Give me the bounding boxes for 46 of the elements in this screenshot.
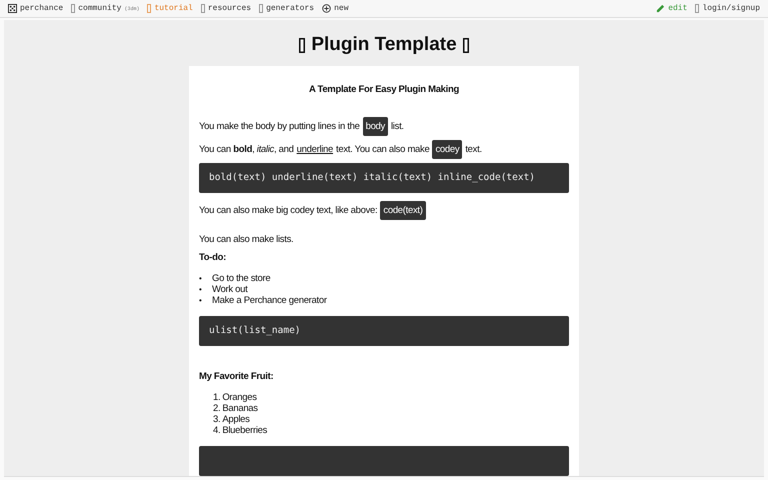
add-icon [322, 4, 332, 13]
paragraph-text: You can bold, italic, and [199, 143, 294, 157]
list-item: Make a Perchance generator [212, 295, 327, 306]
list-item: Work out [212, 284, 248, 295]
list-item: Oranges [222, 392, 257, 403]
missing-glyph-icon [299, 38, 306, 52]
paragraph-text: You make the body by putting lines in the [199, 120, 360, 134]
list-item: Bananas [222, 403, 258, 414]
missing-glyph-icon [200, 4, 205, 13]
list-heading: To-do: [199, 251, 228, 265]
pencil-icon [656, 4, 666, 13]
paragraph-text: text. [465, 143, 482, 157]
list-number: 2. [213, 403, 220, 414]
nav-link[interactable]: resources [200, 4, 252, 13]
code-block: ulist(list_name) [199, 316, 569, 346]
page-title: Plugin Template [311, 34, 457, 56]
missing-glyph-icon [71, 4, 76, 13]
missing-glyph-icon [462, 38, 469, 52]
list-number: 3. [213, 414, 220, 425]
dice-icon [8, 4, 17, 13]
list-number: 1. [213, 392, 220, 403]
inline-code: codey [432, 140, 462, 159]
list-item: Go to the store [212, 273, 270, 284]
nav-link[interactable]: new [322, 4, 348, 13]
code-block: bold(text) underline(text) italic(text) inline_code(text) [199, 163, 569, 193]
missing-glyph-icon [147, 4, 152, 13]
inline-code: code(text) [380, 201, 426, 220]
inline-code: body [362, 117, 388, 136]
list-item: Blueberries [222, 425, 268, 436]
paragraph-text: list. [391, 120, 404, 134]
underlined-text: underline [296, 143, 334, 157]
paragraph-text: You can also make big codey text, like above: [199, 204, 378, 218]
list-item: Apples [222, 414, 250, 425]
list-number: 4. [213, 425, 220, 436]
nav-link[interactable]: login/signup [695, 4, 760, 13]
bullet-marker: • [199, 273, 203, 284]
card-heading: A Template For Easy Plugin Making [308, 84, 460, 95]
bullet-marker: • [199, 284, 203, 295]
paragraph-text: text. You can also make [336, 143, 430, 157]
missing-glyph-icon [259, 4, 264, 13]
nav-link[interactable]: generators [259, 4, 314, 13]
missing-glyph-icon [695, 4, 700, 13]
list-heading: My Favorite Fruit: [199, 370, 274, 384]
nav-link[interactable]: perchance [8, 4, 64, 13]
paragraph-text: You can also make lists. [199, 233, 294, 247]
bullet-marker: • [199, 295, 203, 306]
